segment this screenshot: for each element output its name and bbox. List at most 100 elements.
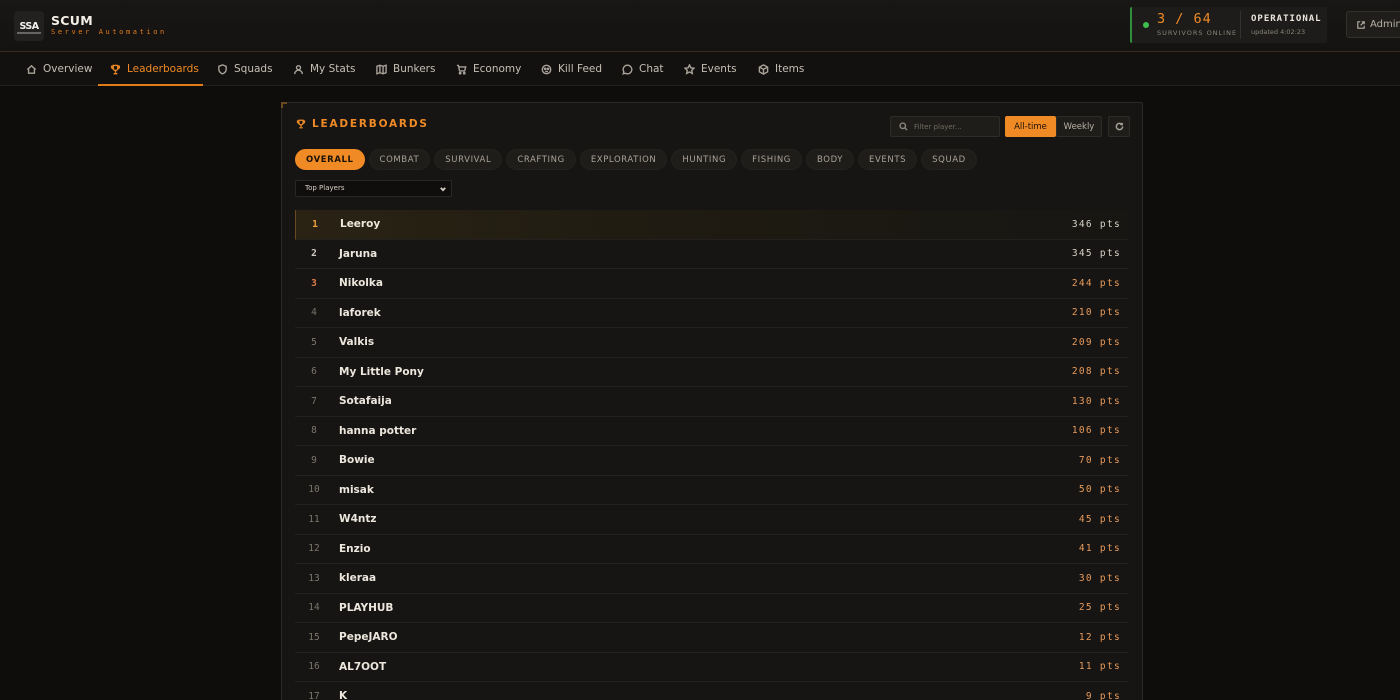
row-player-name[interactable]: Leeroy <box>340 218 380 230</box>
row-player-name[interactable]: Bowie <box>339 454 375 466</box>
category-tab-survival[interactable]: SURVIVAL <box>434 149 503 170</box>
row-points: 130 pts <box>1071 395 1121 407</box>
row-rank: 4 <box>311 307 317 319</box>
row-points: 12 pts <box>1078 631 1121 643</box>
leaderboard-row[interactable]: 6 My Little Pony 208 pts <box>295 358 1128 387</box>
admin-button[interactable]: Admin <box>1346 11 1400 38</box>
category-tab-fishing[interactable]: FISHING <box>741 149 802 170</box>
row-player-name[interactable]: K <box>339 690 347 700</box>
leaderboard-row[interactable]: 1 Leeroy 346 pts <box>295 210 1128 240</box>
row-points: 210 pts <box>1071 307 1121 319</box>
row-player-name[interactable]: kleraa <box>339 572 376 584</box>
leaderboard-row[interactable]: 3 Nikolka 244 pts <box>295 269 1128 299</box>
row-points: 41 pts <box>1078 543 1121 555</box>
server-status-card: 3 / 64 SURVIVORS ONLINE OPERATIONAL upda… <box>1130 7 1327 43</box>
box-icon <box>758 63 769 75</box>
nav-item-events[interactable]: Events <box>684 52 737 86</box>
nav-item-chat[interactable]: Chat <box>622 52 664 86</box>
category-tab-crafting[interactable]: CRAFTING <box>506 149 576 170</box>
row-player-name[interactable]: Sotafaija <box>339 395 392 407</box>
nav-item-leaderboards[interactable]: Leaderboards <box>110 52 199 86</box>
row-player-name[interactable]: My Little Pony <box>339 366 424 378</box>
row-points: 25 pts <box>1078 602 1121 614</box>
nav-item-bunkers[interactable]: Bunkers <box>376 52 435 86</box>
row-points: 50 pts <box>1078 484 1121 496</box>
row-points: 208 pts <box>1071 366 1121 378</box>
leaderboard-row[interactable]: 10 misak 50 pts <box>295 476 1128 505</box>
leaderboard-list: 1 Leeroy 346 pts 2 Jaruna 345 pts 3 Nikolka 244 … <box>295 210 1128 700</box>
category-tab-squad[interactable]: SQUAD <box>921 149 977 170</box>
refresh-icon <box>1115 122 1123 131</box>
nav-item-squads[interactable]: Squads <box>217 52 273 86</box>
row-player-name[interactable]: Jaruna <box>339 248 377 260</box>
board-type-value: Top Players <box>305 184 345 192</box>
row-points: 70 pts <box>1078 454 1121 466</box>
row-rank: 9 <box>311 454 317 466</box>
row-player-name[interactable]: PLAYHUB <box>339 602 393 614</box>
row-rank: 14 <box>308 602 320 614</box>
shield-icon <box>218 63 227 75</box>
chat-icon <box>622 64 633 75</box>
board-type-select[interactable]: Top Players <box>295 180 452 197</box>
row-rank: 3 <box>311 277 317 289</box>
row-player-name[interactable]: Valkis <box>339 336 374 348</box>
cart-icon <box>456 64 467 75</box>
category-tab-exploration[interactable]: EXPLORATION <box>579 149 668 170</box>
category-tab-events[interactable]: EVENTS <box>858 149 918 170</box>
skull-icon <box>541 64 552 74</box>
nav-item-economy[interactable]: Economy <box>456 52 521 86</box>
status-updated-time: updated 4:02:23 <box>1251 28 1306 36</box>
row-player-name[interactable]: AL7OOT <box>339 661 386 673</box>
leaderboard-row[interactable]: 14 PLAYHUB 25 pts <box>295 594 1128 623</box>
row-rank: 5 <box>311 336 317 348</box>
category-tab-overall[interactable]: OVERALL <box>295 149 365 170</box>
leaderboard-row[interactable]: 16 AL7OOT 11 pts <box>295 653 1128 682</box>
row-points: 106 pts <box>1071 425 1121 437</box>
filter-player-field[interactable] <box>890 116 1000 137</box>
map-icon <box>376 63 387 75</box>
survivor-count: 3 / 64 <box>1157 11 1212 27</box>
row-player-name[interactable]: PepeJARO <box>339 631 398 643</box>
main-nav: Overview Leaderboards Squads My Stats Bu… <box>0 52 1400 86</box>
leaderboard-row[interactable]: 5 Valkis 209 pts <box>295 328 1128 358</box>
category-tab-combat[interactable]: COMBAT <box>368 149 431 170</box>
row-rank: 16 <box>308 661 320 673</box>
category-tab-body[interactable]: BODY <box>806 149 855 170</box>
leaderboard-row[interactable]: 2 Jaruna 345 pts <box>295 240 1128 269</box>
nav-item-overview[interactable]: Overview <box>26 52 92 86</box>
row-points: 45 pts <box>1078 513 1121 525</box>
row-rank: 6 <box>311 366 317 378</box>
nav-item-my-stats[interactable]: My Stats <box>293 52 355 86</box>
leaderboard-row[interactable]: 13 kleraa 30 pts <box>295 564 1128 594</box>
row-points: 11 pts <box>1078 661 1121 673</box>
row-player-name[interactable]: misak <box>339 484 374 496</box>
nav-item-kill-feed[interactable]: Kill Feed <box>541 52 602 86</box>
panel-title: LEADERBOARDS <box>296 118 429 130</box>
search-icon <box>899 122 908 131</box>
leaderboard-row[interactable]: 17 K 9 pts <box>295 682 1128 700</box>
nav-item-items[interactable]: Items <box>758 52 804 86</box>
leaderboard-row[interactable]: 12 Enzio 41 pts <box>295 535 1128 564</box>
row-player-name[interactable]: hanna potter <box>339 425 416 437</box>
row-player-name[interactable]: Nikolka <box>339 277 383 289</box>
leaderboard-row[interactable]: 4 laforek 210 pts <box>295 299 1128 328</box>
category-tab-hunting[interactable]: HUNTING <box>671 149 738 170</box>
leaderboard-row[interactable]: 15 PepeJARO 12 pts <box>295 623 1128 653</box>
external-link-icon <box>1357 20 1365 29</box>
leaderboard-row[interactable]: 11 W4ntz 45 pts <box>295 505 1128 535</box>
leaderboard-row[interactable]: 8 hanna potter 106 pts <box>295 417 1128 446</box>
filter-player-input[interactable] <box>914 122 994 131</box>
row-player-name[interactable]: Enzio <box>339 543 371 555</box>
star-icon <box>684 63 695 75</box>
row-player-name[interactable]: W4ntz <box>339 513 377 525</box>
row-rank: 7 <box>311 395 317 407</box>
row-rank: 15 <box>308 631 320 643</box>
refresh-button[interactable] <box>1108 116 1130 137</box>
weekly-button[interactable]: Weekly <box>1056 116 1102 137</box>
leaderboard-row[interactable]: 9 Bowie 70 pts <box>295 446 1128 476</box>
row-player-name[interactable]: laforek <box>339 307 381 319</box>
ssa-logo[interactable]: SSA <box>14 11 44 41</box>
all-time-button[interactable]: All-time <box>1005 116 1056 137</box>
leaderboard-row[interactable]: 7 Sotafaija 130 pts <box>295 387 1128 417</box>
row-points: 345 pts <box>1071 248 1121 260</box>
